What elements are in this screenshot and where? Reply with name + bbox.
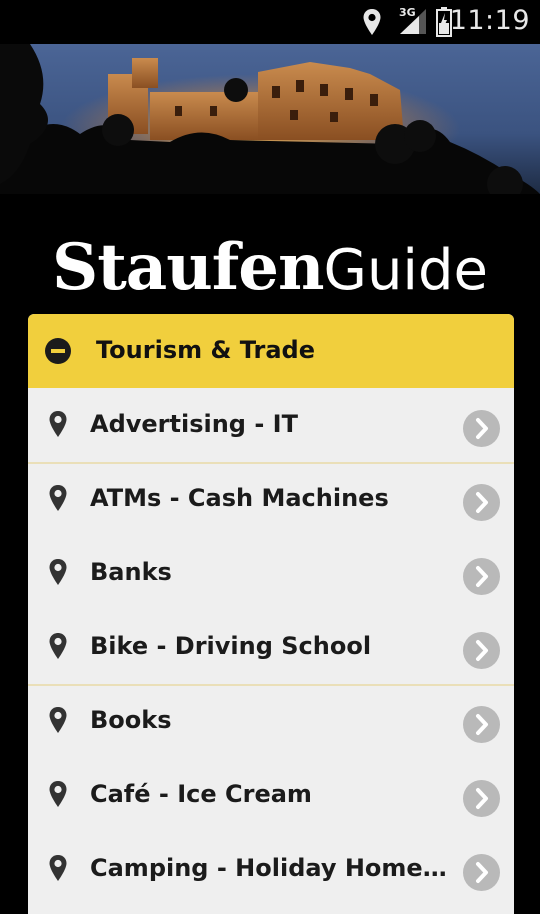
chevron-right-icon[interactable]: [463, 632, 500, 669]
chevron-right-icon[interactable]: [463, 410, 500, 447]
map-pin-icon: [49, 781, 67, 807]
chevron-right-icon[interactable]: [463, 558, 500, 595]
chevron-right-icon[interactable]: [463, 780, 500, 817]
category-list: Tourism & Trade Advertising - IT ATMs - …: [28, 314, 514, 914]
list-item-label: Café - Ice Cream: [90, 780, 312, 808]
list-item[interactable]: Café - Ice Cream: [28, 758, 514, 832]
location-icon: [363, 9, 381, 35]
category-title: Tourism & Trade: [96, 336, 315, 364]
list-item[interactable]: Books: [28, 684, 514, 758]
status-bar: 3G 11:19: [0, 0, 540, 44]
collapse-minus-icon[interactable]: [45, 338, 71, 364]
signal-icon: [400, 9, 426, 34]
list-item-label: Advertising - IT: [90, 410, 298, 438]
map-pin-icon: [49, 855, 67, 881]
title-staufen: Staufen: [51, 230, 325, 300]
list-item[interactable]: Banks: [28, 536, 514, 610]
chevron-right-icon[interactable]: [463, 484, 500, 521]
list-item[interactable]: Camping - Holiday Homes -…: [28, 832, 514, 906]
clock: 11:19: [449, 5, 530, 36]
chevron-right-icon[interactable]: [463, 706, 500, 743]
map-pin-icon: [49, 707, 67, 733]
list-item-label: Books: [90, 706, 172, 734]
title-guide: Guide: [323, 238, 488, 300]
map-pin-icon: [49, 485, 67, 511]
list-item[interactable]: ATMs - Cash Machines: [28, 462, 514, 536]
list-item-label: Banks: [90, 558, 172, 586]
list-item[interactable]: Advertising - IT: [28, 388, 514, 462]
list-item-label: Camping - Holiday Homes -…: [90, 854, 450, 882]
header-banner: StaufenGuide: [0, 44, 540, 300]
map-pin-icon: [49, 411, 67, 437]
chevron-right-icon[interactable]: [463, 854, 500, 891]
map-pin-icon: [49, 633, 67, 659]
list-item-label: ATMs - Cash Machines: [90, 484, 389, 512]
list-item-label: Bike - Driving School: [90, 632, 372, 660]
app-logo-title: StaufenGuide: [0, 230, 540, 300]
category-header[interactable]: Tourism & Trade: [28, 314, 514, 388]
map-pin-icon: [49, 559, 67, 585]
list-item[interactable]: Bike - Driving School: [28, 610, 514, 684]
